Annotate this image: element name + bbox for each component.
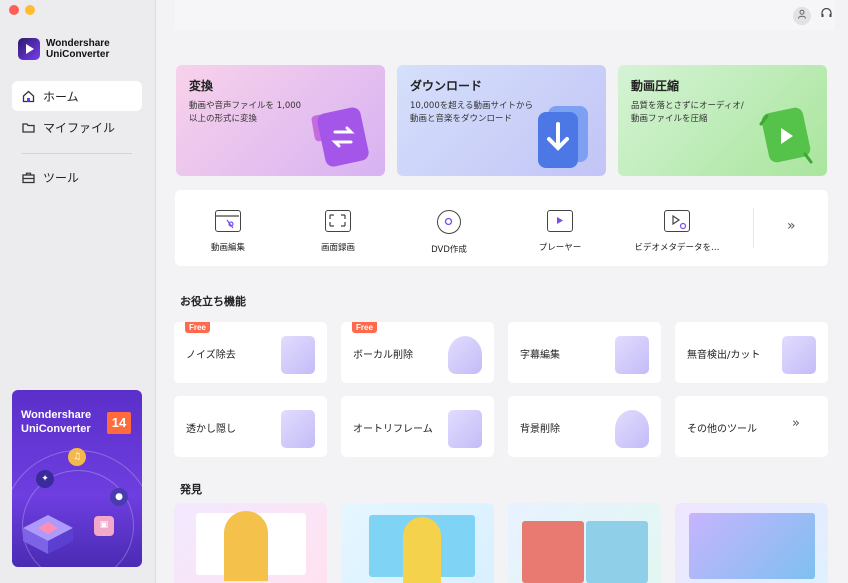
video-edit-icon xyxy=(215,210,241,232)
record-icon: ● xyxy=(110,488,128,506)
download-icon xyxy=(538,106,588,168)
metadata-icon xyxy=(664,210,690,232)
uniconverter-logo-icon xyxy=(18,38,40,60)
tool-label: プレーヤー xyxy=(538,243,582,253)
person-image xyxy=(403,517,441,583)
sidebar: Wondershare UniConverter ホーム マイファイル ツール … xyxy=(0,0,156,583)
silence-icon xyxy=(782,336,816,374)
card-label: オートリフレーム xyxy=(353,424,433,435)
section-title-discover: 発見 xyxy=(180,483,202,496)
feature-card-background[interactable]: 背景削除 xyxy=(508,396,661,457)
more-tools-chevron-icon[interactable]: » xyxy=(787,218,796,234)
discover-card-1[interactable] xyxy=(174,503,327,583)
sidebar-item-my-files[interactable]: マイファイル xyxy=(12,112,142,142)
sidebar-item-label: マイファイル xyxy=(43,120,116,135)
image-icon: ▣ xyxy=(94,516,114,536)
tool-metadata[interactable]: ビデオメタデータを… xyxy=(627,210,727,253)
convert-icon xyxy=(311,107,369,167)
feature-card-reframe[interactable]: オートリフレーム xyxy=(341,396,494,457)
promo-line2: UniConverter xyxy=(21,423,91,435)
hero-desc: 10,000を超える動画サイトから動画と音楽をダウンロード xyxy=(410,101,533,124)
tool-video-edit[interactable]: 動画編集 xyxy=(183,210,273,253)
card-label: 透かし隠し xyxy=(186,424,236,435)
person-image xyxy=(224,511,268,581)
tool-label: DVD作成 xyxy=(431,245,467,255)
noise-icon xyxy=(281,336,315,374)
hero-title: ダウンロード xyxy=(410,79,483,93)
feature-card-more-tools[interactable]: その他のツール » xyxy=(675,396,828,457)
music-note-icon: ♫ xyxy=(68,448,86,466)
feature-card-watermark[interactable]: 透かし隠し xyxy=(174,396,327,457)
brand-line2: UniConverter xyxy=(46,49,110,60)
discover-card-3[interactable] xyxy=(508,503,661,583)
hero-title: 動画圧縮 xyxy=(631,79,680,93)
tools-row: 動画編集 画面録画 DVD作成 プレーヤー ビデオメタデータを… » xyxy=(175,190,828,266)
card-label: その他のツール xyxy=(687,424,757,435)
background-icon xyxy=(615,410,649,448)
sparkle-icon: ✦ xyxy=(36,470,54,488)
hero-desc: 品質を落とさずにオーディオ/動画ファイルを圧縮 xyxy=(631,101,744,124)
tools-divider xyxy=(753,208,754,248)
tool-label: 動画編集 xyxy=(210,243,245,253)
version-badge: 14 xyxy=(107,412,131,434)
feature-card-vocal[interactable]: Free ボーカル削除 xyxy=(341,322,494,383)
hero-card-download[interactable]: ダウンロード 10,000を超える動画サイトから動画と音楽をダウンロード xyxy=(397,65,606,176)
feature-card-noise[interactable]: Free ノイズ除去 xyxy=(174,322,327,383)
tool-player[interactable]: プレーヤー xyxy=(515,210,605,253)
card-label: 背景削除 xyxy=(520,424,560,435)
chevrons-right-icon: » xyxy=(792,416,800,431)
brand-line1: Wondershare xyxy=(46,38,110,49)
sidebar-item-label: ツール xyxy=(43,170,80,185)
card-label: ノイズ除去 xyxy=(186,350,236,361)
reframe-icon xyxy=(448,410,482,448)
hero-card-convert[interactable]: 変換 動画や音声ファイルを 1,000以上の形式に変換 xyxy=(176,65,385,176)
toolbox-icon xyxy=(22,172,35,183)
card-label: 字幕編集 xyxy=(520,350,560,361)
sidebar-item-tools[interactable]: ツール xyxy=(12,162,142,192)
window-controls xyxy=(9,5,35,15)
minimize-window-button[interactable] xyxy=(25,5,35,15)
card-label: 無音検出/カット xyxy=(687,350,761,361)
user-icon[interactable] xyxy=(793,7,811,25)
sidebar-item-label: ホーム xyxy=(43,89,79,104)
section-title-useful: お役立ち機能 xyxy=(180,295,246,308)
player-icon xyxy=(547,210,573,232)
sidebar-item-home[interactable]: ホーム xyxy=(12,81,142,111)
discover-card-2[interactable] xyxy=(341,503,494,583)
free-badge: Free xyxy=(185,322,210,333)
watermark-icon xyxy=(281,410,315,448)
tool-label: 画面録画 xyxy=(320,243,355,253)
hero-card-compress[interactable]: 動画圧縮 品質を落とさずにオーディオ/動画ファイルを圧縮 xyxy=(618,65,827,176)
hero-desc: 動画や音声ファイルを 1,000以上の形式に変換 xyxy=(189,101,302,124)
close-window-button[interactable] xyxy=(9,5,19,15)
tool-label: ビデオメタデータを… xyxy=(634,243,720,253)
promo-banner[interactable]: Wondershare UniConverter 14 ♫ ✦ ● ▣ xyxy=(12,390,142,567)
promo-line1: Wondershare xyxy=(21,409,92,421)
feature-card-silence[interactable]: 無音検出/カット xyxy=(675,322,828,383)
discover-card-4[interactable] xyxy=(675,503,828,583)
brand: Wondershare UniConverter xyxy=(18,38,110,60)
tool-dvd[interactable]: DVD作成 xyxy=(404,210,494,255)
compress-icon xyxy=(759,107,813,164)
screen-record-icon xyxy=(325,210,351,232)
headset-icon[interactable] xyxy=(817,7,835,25)
hero-title: 変換 xyxy=(189,79,214,93)
platform-graphic-icon xyxy=(23,515,73,554)
tool-screen-record[interactable]: 画面録画 xyxy=(293,210,383,253)
folder-icon xyxy=(22,122,35,133)
vocal-icon xyxy=(448,336,482,374)
sidebar-divider xyxy=(22,153,132,154)
home-icon xyxy=(22,90,35,102)
subtitle-icon xyxy=(615,336,649,374)
feature-card-subtitle[interactable]: 字幕編集 xyxy=(508,322,661,383)
dvd-icon xyxy=(437,210,461,234)
top-bar xyxy=(175,0,835,30)
card-label: ボーカル削除 xyxy=(353,350,413,361)
free-badge: Free xyxy=(352,322,377,333)
